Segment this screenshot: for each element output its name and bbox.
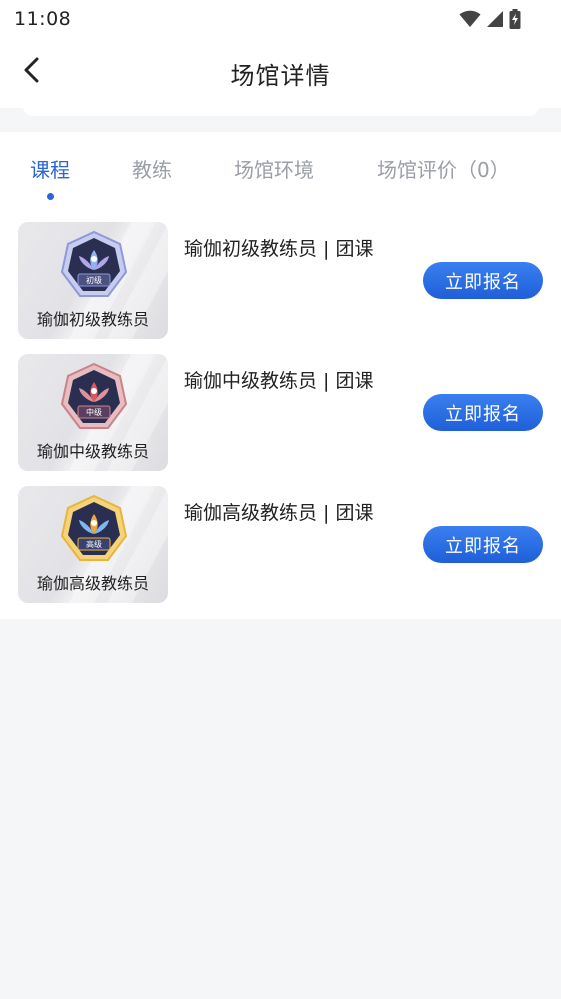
course-title: 瑜伽中级教练员 | 团课 xyxy=(184,370,374,392)
svg-text:初级: 初级 xyxy=(86,275,102,285)
svg-text:中级: 中级 xyxy=(86,407,102,417)
signup-button[interactable]: 立即报名 xyxy=(423,526,543,563)
status-bar: 11:08 xyxy=(0,0,561,38)
tab-courses[interactable]: 课程 xyxy=(30,154,70,183)
course-title: 瑜伽初级教练员 | 团课 xyxy=(184,238,374,260)
page-title: 场馆详情 xyxy=(230,62,331,90)
course-thumbnail: 初级 瑜伽初级教练员 xyxy=(18,222,168,339)
signal-icon xyxy=(486,10,504,28)
course-item[interactable]: 初级 瑜伽初级教练员 瑜伽初级教练员 | 团课 立即报名 xyxy=(0,204,561,339)
status-icons xyxy=(459,9,521,29)
signup-button[interactable]: 立即报名 xyxy=(423,394,543,431)
course-thumbnail: 高级 瑜伽高级教练员 xyxy=(18,486,168,603)
course-thumbnail: 中级 瑜伽中级教练员 xyxy=(18,354,168,471)
course-list: 初级 瑜伽初级教练员 瑜伽初级教练员 | 团课 立即报名 中级 瑜伽中级教练员 … xyxy=(0,204,561,619)
thumbnail-caption: 瑜伽中级教练员 xyxy=(36,442,149,461)
course-item[interactable]: 高级 瑜伽高级教练员 瑜伽高级教练员 | 团课 立即报名 xyxy=(0,468,561,603)
active-tab-indicator xyxy=(47,193,54,200)
svg-text:高级: 高级 xyxy=(86,539,102,549)
wifi-icon xyxy=(459,10,481,28)
course-item[interactable]: 中级 瑜伽中级教练员 瑜伽中级教练员 | 团课 立即报名 xyxy=(0,336,561,471)
tab-reviews[interactable]: 场馆评价（0） xyxy=(377,154,510,183)
yoga-badge-icon: 中级 xyxy=(60,362,128,429)
yoga-badge-icon: 初级 xyxy=(60,230,128,297)
tab-environment[interactable]: 场馆环境 xyxy=(234,154,314,183)
thumbnail-caption: 瑜伽初级教练员 xyxy=(36,310,149,329)
battery-charging-icon xyxy=(509,9,521,29)
yoga-badge-icon: 高级 xyxy=(60,494,128,561)
screen: 11:08 场馆详情 课程 教练 场馆环境 场馆评价（0） 初级 瑜伽初级教练员… xyxy=(0,0,561,999)
status-time: 11:08 xyxy=(14,8,72,30)
venue-card-bottom xyxy=(22,100,540,116)
thumbnail-caption: 瑜伽高级教练员 xyxy=(36,574,149,593)
tab-coaches[interactable]: 教练 xyxy=(132,154,172,183)
signup-button[interactable]: 立即报名 xyxy=(423,262,543,299)
nav-bar: 场馆详情 xyxy=(0,38,561,108)
course-title: 瑜伽高级教练员 | 团课 xyxy=(184,502,374,524)
tab-bar: 课程 教练 场馆环境 场馆评价（0） xyxy=(0,132,561,204)
